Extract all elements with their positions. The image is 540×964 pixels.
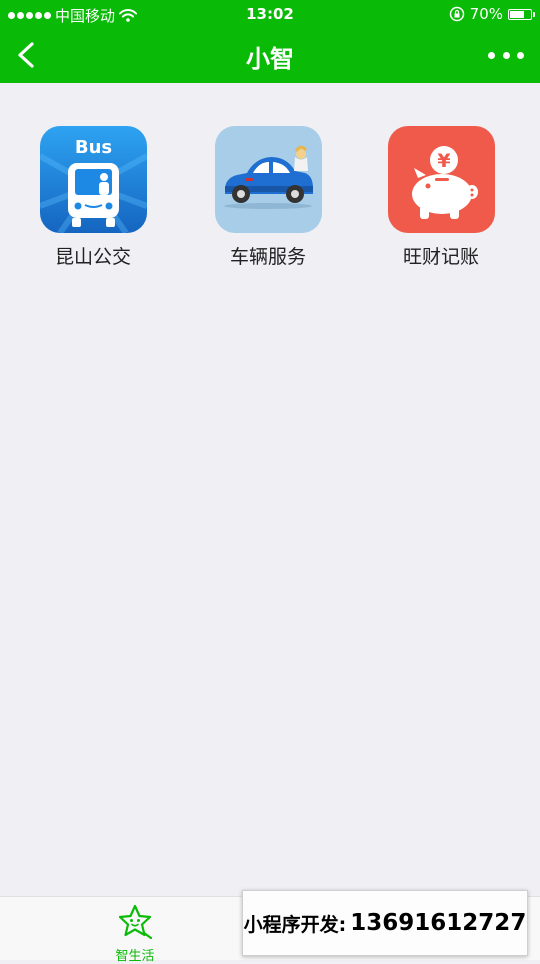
bus-icon: Bus bbox=[39, 126, 147, 233]
nav-bar: 小智 bbox=[0, 28, 540, 83]
app-label: 昆山公交 bbox=[54, 246, 131, 268]
battery-level bbox=[510, 10, 524, 18]
app-vehicle-service[interactable]: 车辆服务 bbox=[181, 126, 355, 269]
developer-contact-banner: 小程序开发: 13691612727 bbox=[242, 890, 528, 956]
more-dot bbox=[517, 51, 524, 59]
page-title: 小智 bbox=[246, 45, 294, 73]
yen-symbol: ¥ bbox=[437, 150, 450, 172]
app-label: 旺财记账 bbox=[402, 246, 479, 268]
status-bar: 中国移动 13:02 70% bbox=[0, 0, 540, 28]
star-face-icon bbox=[118, 904, 153, 940]
battery-icon bbox=[508, 8, 535, 20]
app-kunshan-bus[interactable]: Bus 昆山公交 bbox=[6, 126, 180, 269]
bus-icon-text: Bus bbox=[74, 137, 111, 158]
piggy-bank-icon: ¥ bbox=[387, 126, 495, 233]
more-dot bbox=[502, 51, 510, 59]
status-right: 70% bbox=[449, 5, 535, 23]
more-dot bbox=[488, 51, 495, 59]
more-menu-button[interactable] bbox=[488, 42, 524, 68]
battery-percent: 70% bbox=[469, 5, 503, 23]
header: 中国移动 13:02 70% 小智 bbox=[0, 0, 540, 83]
tab-label: 智生活 bbox=[115, 949, 155, 964]
tab-smart-life[interactable]: 智生活 bbox=[55, 903, 215, 964]
dev-banner-label: 小程序开发: bbox=[243, 913, 347, 936]
app-wangcai-bookkeeping[interactable]: ¥ 旺财记账 bbox=[354, 126, 528, 269]
app-label: 车辆服务 bbox=[229, 246, 306, 268]
car-icon bbox=[214, 126, 322, 233]
rotation-lock-icon bbox=[449, 6, 464, 22]
dev-banner-phone: 13691612727 bbox=[350, 910, 527, 936]
